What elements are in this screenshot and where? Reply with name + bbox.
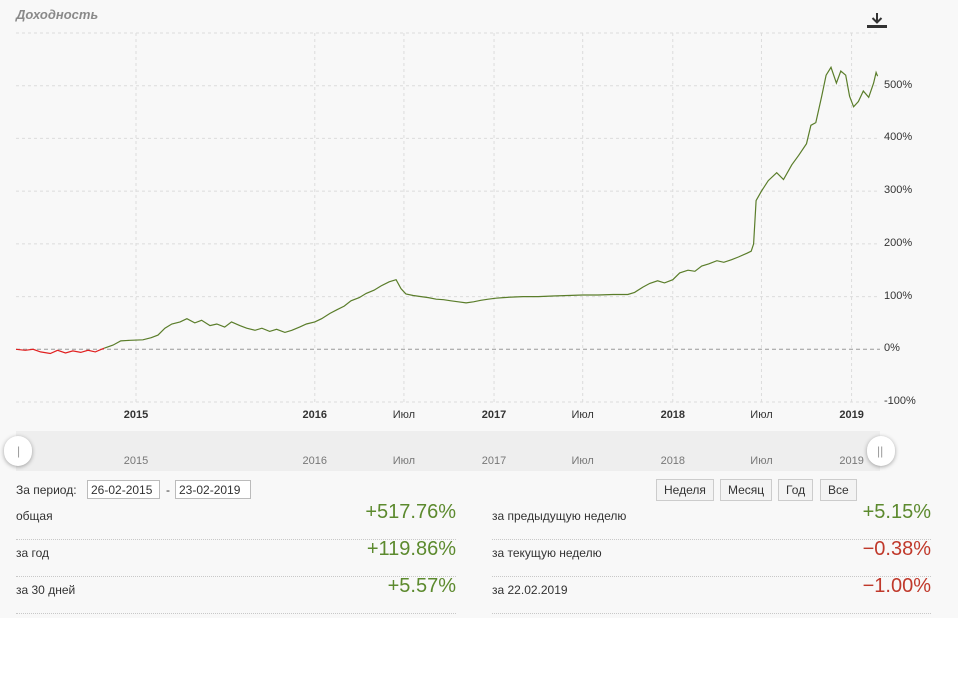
period-label: За период: (16, 483, 77, 497)
navigator-label: Июл (750, 455, 773, 467)
range-year-button[interactable]: Год (778, 479, 814, 501)
y-tick-label: 300% (884, 184, 913, 197)
stat-row-day: за 22.02.2019 −1.00% (492, 575, 931, 614)
stat-value: +517.76% (365, 501, 456, 523)
y-tick-label: 0% (884, 342, 900, 355)
navigator-label: 2019 (839, 455, 864, 467)
returns-widget: Доходность 2015 2016 Июл 2017 Июл 2018 Июл 2019… (0, 0, 958, 618)
stat-label: за 22.02.2019 (492, 583, 568, 597)
x-tick-label: Июл (750, 409, 773, 421)
stat-value: −0.38% (862, 538, 931, 560)
grip-icon: | (17, 444, 21, 458)
stat-row-current-week: за текущую неделю −0.38% (492, 538, 931, 577)
stat-row-year: за год +119.86% (16, 538, 456, 577)
stat-row-30days: за 30 дней +5.57% (16, 575, 456, 614)
y-tick-label: -100% (884, 395, 916, 407)
period-from-input[interactable] (87, 480, 160, 499)
stat-label: общая (16, 509, 53, 523)
x-tick-label: 2015 (123, 409, 149, 421)
stat-label: за текущую неделю (492, 546, 602, 560)
stat-label: за 30 дней (16, 583, 76, 597)
range-all-button[interactable]: Все (820, 479, 857, 501)
x-tick-label: 2017 (481, 409, 507, 421)
navigator-label: 2016 (302, 455, 328, 467)
navigator-label: 2017 (481, 455, 507, 467)
stat-value: +5.15% (862, 501, 931, 523)
stat-row-total: общая +517.76% (16, 501, 456, 540)
navigator-label: Июл (571, 455, 594, 467)
stat-value: +119.86% (366, 538, 456, 560)
y-tick-label: 100% (884, 289, 913, 302)
navigator-label: 2018 (660, 455, 686, 467)
range-month-button[interactable]: Месяц (720, 479, 773, 501)
y-tick-label: 400% (884, 131, 913, 144)
y-tick-label: 500% (884, 78, 913, 91)
stat-label: за предыдущую неделю (492, 509, 627, 523)
period-separator: - (166, 483, 170, 497)
y-tick-label: 200% (884, 236, 913, 249)
stat-label: за год (16, 546, 50, 560)
chart-plot (15, 32, 880, 403)
range-week-button[interactable]: Неделя (656, 479, 714, 501)
navigator-label: 2015 (123, 455, 149, 467)
x-tick-label: 2016 (302, 409, 328, 421)
x-tick-label: Июл (392, 409, 416, 421)
x-tick-label: Июл (571, 409, 594, 421)
stat-row-prev-week: за предыдущую неделю +5.15% (492, 501, 931, 540)
grip-icon: || (877, 444, 884, 458)
period-to-input[interactable] (175, 480, 251, 499)
stat-value: +5.57% (387, 575, 456, 597)
navigator-left-handle[interactable]: | (4, 436, 32, 466)
x-tick-label: 2019 (839, 409, 864, 421)
navigator-label: Июл (392, 455, 416, 467)
stat-value: −1.00% (862, 575, 931, 597)
navigator-right-handle[interactable]: || (867, 436, 895, 466)
x-tick-label: 2018 (660, 409, 686, 421)
